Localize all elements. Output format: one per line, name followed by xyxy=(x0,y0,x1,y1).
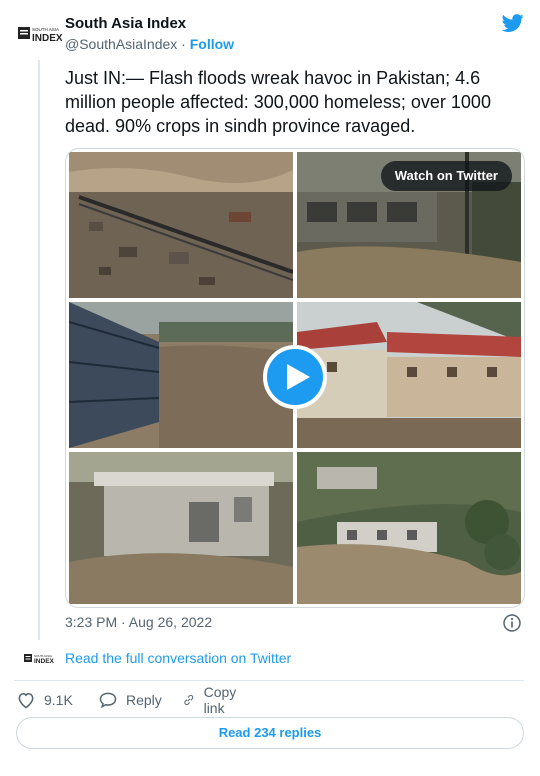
info-icon[interactable] xyxy=(503,614,521,632)
twitter-bird-icon[interactable] xyxy=(500,12,526,34)
like-button[interactable]: 9.1K xyxy=(16,688,73,712)
thumbnail-flood-debris xyxy=(69,152,293,298)
reply-button[interactable]: Reply xyxy=(98,688,162,712)
reply-label: Reply xyxy=(126,692,162,708)
author-handle-row: @SouthAsiaIndex · Follow xyxy=(65,36,234,52)
copy-link-label: Copy link xyxy=(203,684,237,716)
play-button[interactable] xyxy=(263,345,327,409)
tweet-text: Just IN:— Flash floods wreak havoc in Pa… xyxy=(65,68,491,136)
like-count: 9.1K xyxy=(44,692,73,708)
author-name[interactable]: South Asia Index xyxy=(65,15,186,32)
divider xyxy=(14,680,524,681)
author-small-avatar: SOUTH ASIA INDEX xyxy=(24,654,54,664)
read-conversation-link[interactable]: Read the full conversation on Twitter xyxy=(65,650,291,666)
watch-on-twitter-button[interactable]: Watch on Twitter xyxy=(380,161,512,191)
link-icon xyxy=(184,695,194,705)
tweet-card: SOUTH ASIA INDEX South Asia Index @South… xyxy=(0,0,540,776)
author-handle[interactable]: @SouthAsiaIndex xyxy=(65,36,177,52)
play-icon xyxy=(287,364,310,390)
thumbnail-riverside-hotel xyxy=(297,302,521,448)
reply-icon xyxy=(99,692,117,709)
tweet-timestamp[interactable]: 3:23 PM · Aug 26, 2022 xyxy=(65,614,212,630)
thumbnail-collapsing-house xyxy=(69,452,293,604)
avatar-text-top: SOUTH ASIA xyxy=(32,27,59,32)
copy-link-button[interactable]: Copy link xyxy=(182,684,243,716)
thumbnail-bridge-river xyxy=(69,302,293,448)
thumbnail-hillside-flood xyxy=(297,452,521,604)
follow-button[interactable]: Follow xyxy=(190,36,234,52)
video-media[interactable]: Watch on Twitter xyxy=(65,148,525,608)
avatar-text-main: INDEX xyxy=(32,33,62,44)
author-avatar[interactable]: SOUTH ASIA INDEX xyxy=(18,24,62,44)
small-avatar-text-main: INDEX xyxy=(34,658,54,664)
read-replies-button[interactable]: Read 234 replies xyxy=(16,717,524,749)
thread-line xyxy=(38,60,40,640)
heart-icon xyxy=(18,692,34,709)
handle-separator: · xyxy=(177,36,190,52)
